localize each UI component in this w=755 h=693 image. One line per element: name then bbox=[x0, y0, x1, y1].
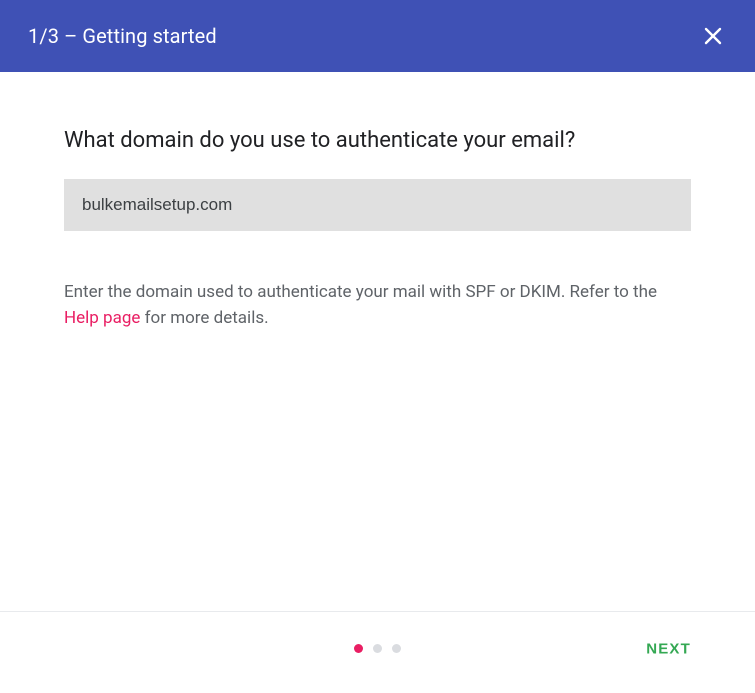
next-button[interactable]: NEXT bbox=[646, 640, 691, 657]
step-dot-3 bbox=[392, 644, 401, 653]
question-heading: What domain do you use to authenticate y… bbox=[64, 128, 691, 153]
step-dot-1 bbox=[354, 644, 363, 653]
dialog-title: 1/3 – Getting started bbox=[28, 24, 217, 48]
domain-input[interactable] bbox=[64, 179, 691, 231]
dialog-header: 1/3 – Getting started bbox=[0, 0, 755, 72]
help-text: Enter the domain used to authenticate yo… bbox=[64, 279, 691, 332]
step-dot-2 bbox=[373, 644, 382, 653]
help-page-link[interactable]: Help page bbox=[64, 308, 140, 328]
dialog-content: What domain do you use to authenticate y… bbox=[0, 72, 755, 332]
step-indicator bbox=[354, 644, 401, 653]
help-text-suffix: for more details. bbox=[140, 308, 268, 328]
dialog-footer: NEXT bbox=[0, 611, 755, 685]
help-text-prefix: Enter the domain used to authenticate yo… bbox=[64, 282, 657, 302]
close-icon[interactable] bbox=[695, 18, 731, 54]
